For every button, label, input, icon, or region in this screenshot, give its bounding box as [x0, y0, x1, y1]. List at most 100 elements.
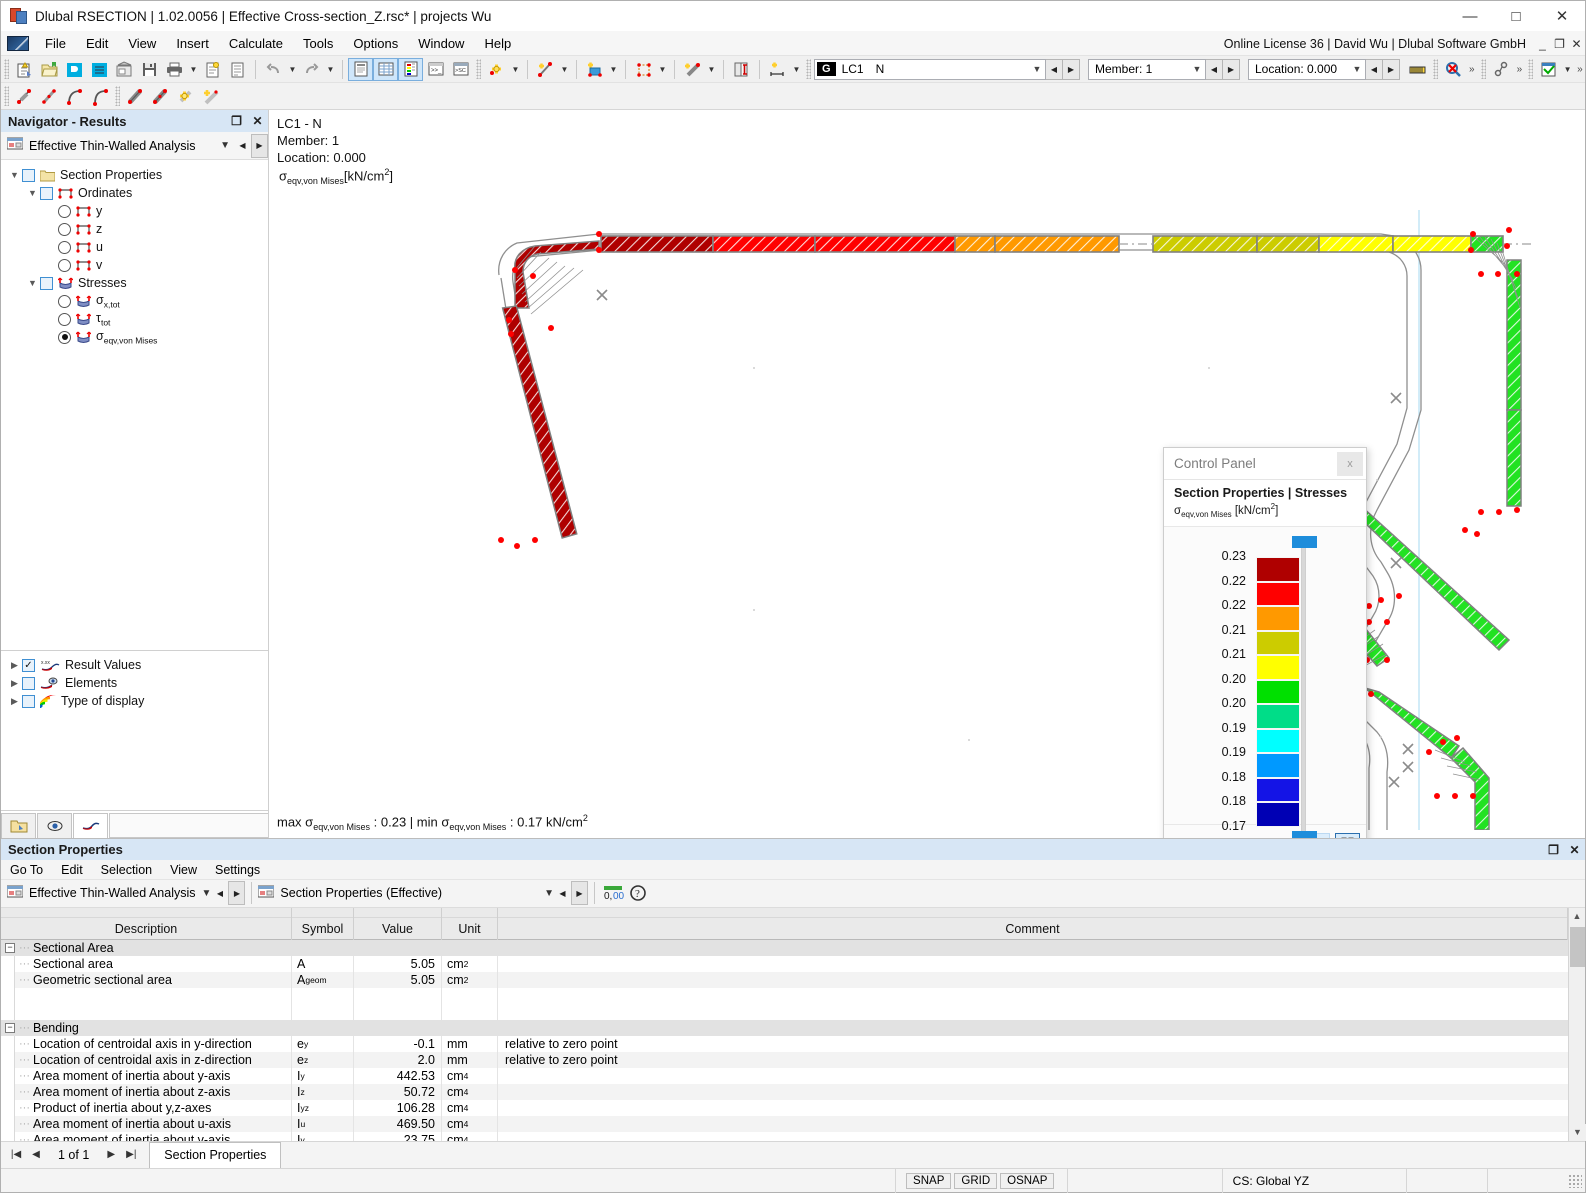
toolbar-grip-2[interactable]	[476, 59, 481, 79]
tree-twisty-icon[interactable]: ▶	[7, 678, 22, 689]
minimize-button[interactable]: —	[1447, 1, 1493, 31]
coordinate-system-cell[interactable]: CS: Global YZ	[1223, 1169, 1407, 1193]
tree-radio[interactable]	[58, 259, 71, 272]
scroll-thumb[interactable]	[1570, 927, 1585, 967]
graphics-view[interactable]: LC1 - N Member: 1 Location: 0.000 σeqv,v…	[269, 110, 1585, 838]
legend-color-swatch[interactable]	[1256, 729, 1300, 754]
redo-icon[interactable]	[299, 58, 324, 81]
rstab-link-icon[interactable]	[87, 58, 112, 81]
line-polyline-icon[interactable]	[37, 85, 62, 108]
table-row[interactable]: ···Location of centroidal axis in z-dire…	[1, 1052, 1568, 1068]
tab-navigator-display[interactable]	[37, 813, 72, 838]
toolbar-overflow-1[interactable]: »	[1466, 64, 1478, 75]
tab-navigator-project[interactable]	[1, 813, 36, 838]
resize-grip-icon[interactable]	[1568, 1174, 1582, 1188]
legend-color-swatch[interactable]	[1256, 606, 1300, 631]
tree-item--tot[interactable]: τtot	[1, 310, 268, 328]
control-panel[interactable]: Control Panel x Section Properties | Str…	[1163, 447, 1367, 838]
line-arc-large-icon[interactable]	[87, 85, 112, 108]
legend-color-swatch[interactable]	[1256, 557, 1300, 582]
open-folder-icon[interactable]	[37, 58, 62, 81]
console-icon[interactable]: >>_	[423, 58, 448, 81]
navigator-restore-button[interactable]: ❐	[226, 110, 247, 132]
control-panel-icon[interactable]	[398, 58, 423, 81]
redo-dropdown-icon[interactable]: ▼	[324, 58, 337, 81]
chevron-down-icon-analysis[interactable]: ▼	[220, 140, 234, 151]
sp-table-next-button[interactable]: ▶	[571, 881, 588, 905]
menu-options[interactable]: Options	[343, 33, 408, 54]
table-row[interactable]: ···Location of centroidal axis in y-dire…	[1, 1036, 1568, 1052]
table-panel-icon[interactable]	[373, 58, 398, 81]
grid-toggle[interactable]: GRID	[954, 1173, 997, 1189]
mdi-minimize-button[interactable]: _	[1534, 33, 1551, 55]
table-row[interactable]: ···Product of inertia about y,z-axesIyz1…	[1, 1100, 1568, 1116]
new-model-icon[interactable]	[12, 58, 37, 81]
section-library-icon[interactable]	[729, 58, 754, 81]
tab-navigator-results[interactable]	[73, 813, 108, 838]
member-prev-button[interactable]: ◀	[1206, 59, 1223, 80]
tree-twisty-icon[interactable]: ▶	[7, 660, 22, 671]
table-row[interactable]: ···Area moment of inertia about v-axisIv…	[1, 1132, 1568, 1141]
toolbar-overflow-2[interactable]: »	[1514, 64, 1526, 75]
col-unit[interactable]: Unit	[442, 918, 498, 940]
col-description[interactable]: Description	[1, 918, 292, 940]
color-scale-icon[interactable]	[1335, 833, 1360, 839]
display-option-checkbox[interactable]: ✓	[22, 659, 35, 672]
table-row[interactable]: ···Area moment of inertia about y-axisIy…	[1, 1068, 1568, 1084]
sp-menu-selection[interactable]: Selection	[92, 861, 161, 879]
sp-table-combo[interactable]: Section Properties (Effective) ▼	[258, 882, 554, 905]
table-row[interactable]: ···Area moment of inertia about u-axisIu…	[1, 1116, 1568, 1132]
loadcase-combo[interactable]: G LC1 N ▼	[814, 59, 1046, 80]
new-line-icon[interactable]	[533, 58, 558, 81]
printout-report-icon[interactable]	[200, 58, 225, 81]
menu-insert[interactable]: Insert	[166, 33, 219, 54]
legend-slider-thumb-top[interactable]	[1292, 536, 1317, 548]
section-properties-close-button[interactable]: ✕	[1564, 839, 1585, 861]
group-expander-icon[interactable]: −	[5, 943, 15, 953]
tree-twisty-icon[interactable]: ▶	[7, 696, 22, 707]
tree-item--x-tot[interactable]: σx,tot	[1, 292, 268, 310]
cell-value[interactable]: 106.28	[354, 1100, 442, 1116]
sp-menu-goto[interactable]: Go To	[1, 861, 52, 879]
tree-item--eqv-von-mises[interactable]: σeqv,von Mises	[1, 328, 268, 346]
delete-results-icon[interactable]	[1441, 58, 1466, 81]
undo-dropdown-icon[interactable]: ▼	[286, 58, 299, 81]
element-thick-icon[interactable]	[123, 85, 148, 108]
sp-analysis-prev-button[interactable]: ◀	[211, 881, 228, 905]
cell-value[interactable]: 5.05	[354, 956, 442, 972]
maximize-button[interactable]: □	[1493, 1, 1539, 31]
results-table-dropdown-icon[interactable]: ▼	[1561, 58, 1574, 81]
tree-item-stresses[interactable]: ▼Stresses	[1, 274, 268, 292]
legend-color-swatch[interactable]	[1256, 778, 1300, 803]
cell-value[interactable]: 23.75	[354, 1132, 442, 1141]
cell-value[interactable]: 469.50	[354, 1116, 442, 1132]
mdi-restore-button[interactable]: ❐	[1551, 33, 1568, 55]
member-next-button[interactable]: ▶	[1223, 59, 1240, 80]
menu-help[interactable]: Help	[474, 33, 521, 54]
script-console-icon[interactable]: >SC	[448, 58, 473, 81]
cell-value[interactable]: 5.05	[354, 972, 442, 988]
legend-color-swatch[interactable]	[1256, 704, 1300, 729]
display-option-elements[interactable]: ▶Elements	[1, 674, 268, 692]
col-value[interactable]: Value	[354, 918, 442, 940]
element-thick-2-icon[interactable]	[148, 85, 173, 108]
tree-twisty-icon[interactable]: ▼	[7, 170, 22, 180]
new-opening-icon[interactable]	[631, 58, 656, 81]
help-icon[interactable]: ?	[626, 882, 651, 905]
line-arc-small-icon[interactable]	[62, 85, 87, 108]
chevron-down-icon[interactable]: ▼	[1029, 64, 1045, 74]
location-prev-button[interactable]: ◀	[1366, 59, 1383, 80]
table-group-row[interactable]: −···Bending	[1, 1020, 1568, 1036]
sp-menu-view[interactable]: View	[161, 861, 206, 879]
toolbar-grip-6[interactable]	[1528, 59, 1533, 79]
sp-analysis-combo[interactable]: Effective Thin-Walled Analysis ▼	[7, 882, 211, 905]
cell-value[interactable]: -0.1	[354, 1036, 442, 1052]
sp-analysis-next-button[interactable]: ▶	[228, 881, 245, 905]
tree-twisty-icon[interactable]: ▼	[25, 278, 40, 288]
import-icon[interactable]	[112, 58, 137, 81]
legend-color-swatch[interactable]	[1256, 753, 1300, 778]
analysis-combo[interactable]: Effective Thin-Walled Analysis ▼	[7, 135, 234, 157]
table-group-row[interactable]: −···Sectional Area	[1, 940, 1568, 956]
element-line-yellow-icon[interactable]	[198, 85, 223, 108]
element-node-yellow-icon[interactable]	[173, 85, 198, 108]
